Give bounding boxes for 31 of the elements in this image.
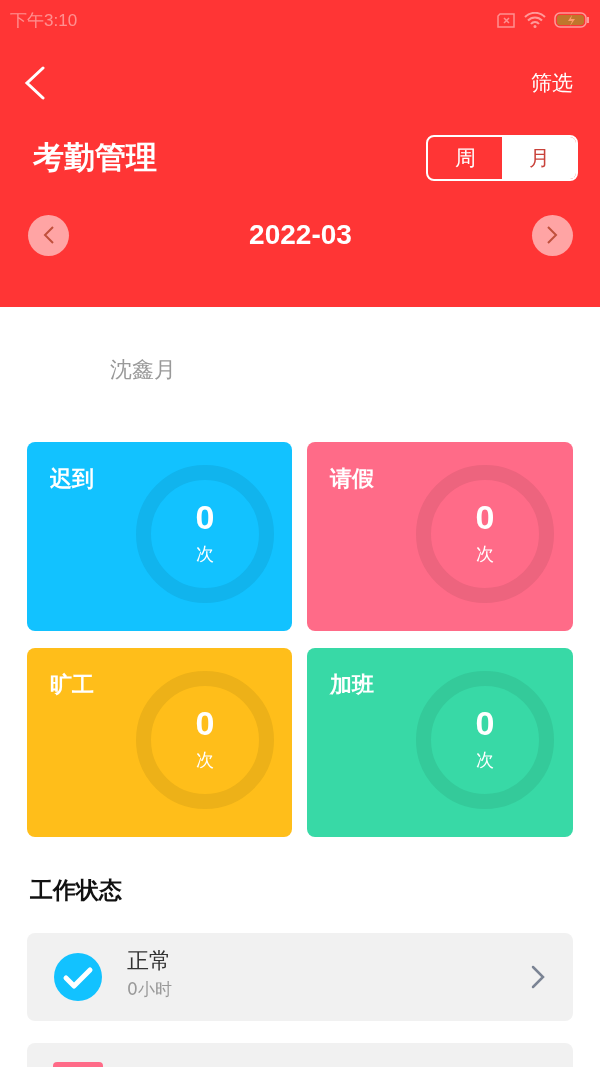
employee-name: 沈鑫月 — [110, 357, 176, 382]
next-month-button[interactable] — [532, 214, 573, 256]
stat-unit: 次 — [195, 542, 215, 566]
stat-unit: 次 — [475, 542, 495, 566]
period-tab[interactable]: 月 — [502, 137, 576, 179]
stat-value: 0 — [194, 704, 216, 743]
section-heading: 工作状态 — [29, 876, 123, 905]
back-button[interactable] — [24, 66, 46, 100]
stat-label: 请假 — [330, 465, 374, 493]
stat-value: 0 — [474, 704, 496, 743]
period-tab[interactable]: 周 — [428, 137, 502, 179]
battery-icon — [554, 12, 590, 28]
sim-icon — [496, 12, 516, 28]
stat-unit: 次 — [195, 748, 215, 772]
previous-month-button[interactable] — [28, 214, 69, 256]
status-detail: 0小时 — [127, 978, 173, 1001]
status-time: 下午3:10 — [10, 9, 78, 32]
status-title: 正常 — [127, 947, 172, 975]
stat-value: 0 — [474, 498, 496, 537]
stat-label: 加班 — [330, 671, 374, 699]
stat-unit: 次 — [475, 748, 495, 772]
chevron-left-icon — [42, 225, 55, 245]
page-title: 考勤管理 — [33, 138, 157, 177]
stat-label: 迟到 — [50, 465, 94, 493]
stat-value: 0 — [194, 498, 216, 537]
filter-button[interactable]: 筛选 — [531, 69, 573, 97]
stat-label: 旷工 — [50, 671, 94, 699]
status-row[interactable]: 正常 0小时 — [27, 933, 573, 1021]
chevron-right-icon — [546, 225, 559, 245]
wifi-icon — [524, 12, 546, 28]
month-label: 2022-03 — [249, 219, 352, 251]
